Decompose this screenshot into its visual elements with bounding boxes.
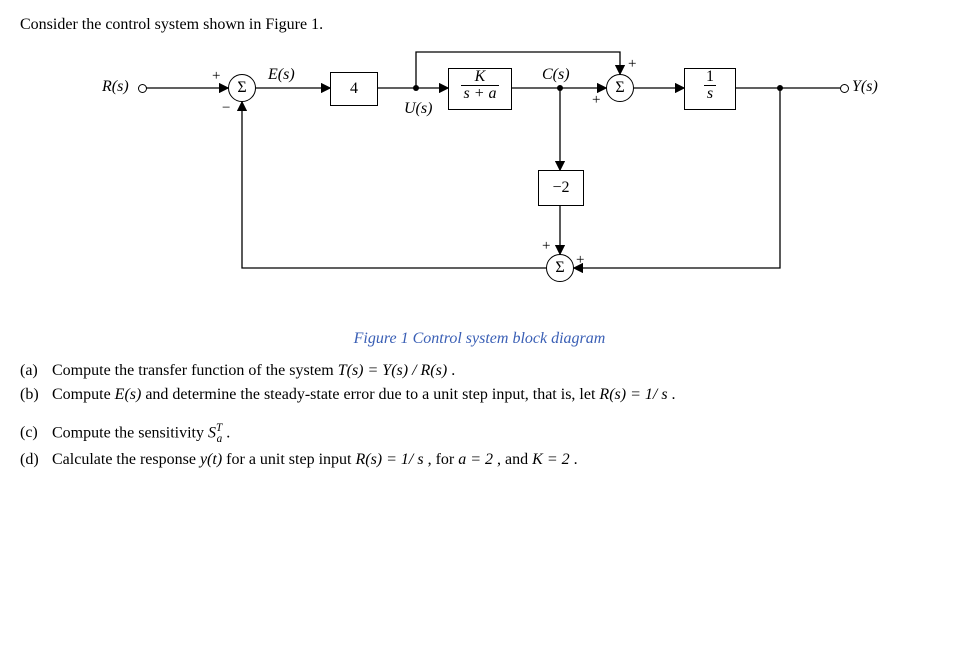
summing-junction-3: Σ (546, 254, 574, 282)
label-u: U(s) (404, 100, 432, 118)
label-r: R(s) (102, 78, 129, 96)
plant-den: s + a (461, 86, 498, 102)
sign-s1-minus: − (222, 100, 230, 117)
summing-junction-2: Σ (606, 74, 634, 102)
questions: (a) Compute the transfer function of the… (20, 362, 939, 469)
summing-junction-1: Σ (228, 74, 256, 102)
expr-Rs-b: R(s) = 1/ s (599, 386, 667, 403)
sensitivity-symbol: STa (208, 422, 222, 445)
integrator-den: s (704, 86, 716, 102)
sign-s3-right-plus: + (576, 252, 584, 269)
gain-block-4: 4 (330, 72, 378, 106)
question-b: (b) Compute E(s) and determine the stead… (20, 386, 939, 404)
expr-K: K = 2 (532, 451, 569, 468)
question-c: (c) Compute the sensitivity STa . (20, 422, 939, 445)
block-diagram: Σ Σ Σ 4 K s + a 1 s −2 R(s) E(s) U(s) C(… (120, 42, 880, 322)
intro-text: Consider the control system shown in Fig… (20, 16, 939, 34)
node-after-gain (413, 85, 419, 91)
label-y: Y(s) (852, 78, 878, 96)
y-port (840, 84, 849, 93)
question-a: (a) Compute the transfer function of the… (20, 362, 939, 380)
plant-num: K (461, 69, 498, 86)
expr-Rs-d: R(s) = 1/ s (355, 451, 423, 468)
integrator-block: 1 s (684, 68, 736, 110)
sign-s3-top-plus: + (542, 238, 550, 255)
question-d: (d) Calculate the response y(t) for a un… (20, 451, 939, 469)
sign-s2-left-plus: + (592, 92, 600, 109)
expr-E: E(s) (115, 386, 142, 403)
plant-block: K s + a (448, 68, 512, 110)
expr-T: T(s) = Y(s) / R(s) (338, 362, 447, 379)
r-port (138, 84, 147, 93)
node-c (557, 85, 563, 91)
figure-caption: Figure 1 Control system block diagram (20, 330, 939, 348)
integrator-num: 1 (704, 69, 716, 86)
sign-s2-top-plus: + (628, 56, 636, 73)
feedback-gain-block: −2 (538, 170, 584, 206)
node-y (777, 85, 783, 91)
label-e: E(s) (268, 66, 295, 84)
expr-a: a = 2 (458, 451, 493, 468)
sign-s1-plus: + (212, 68, 220, 85)
expr-yt: y(t) (200, 451, 222, 468)
label-c: C(s) (542, 66, 570, 84)
